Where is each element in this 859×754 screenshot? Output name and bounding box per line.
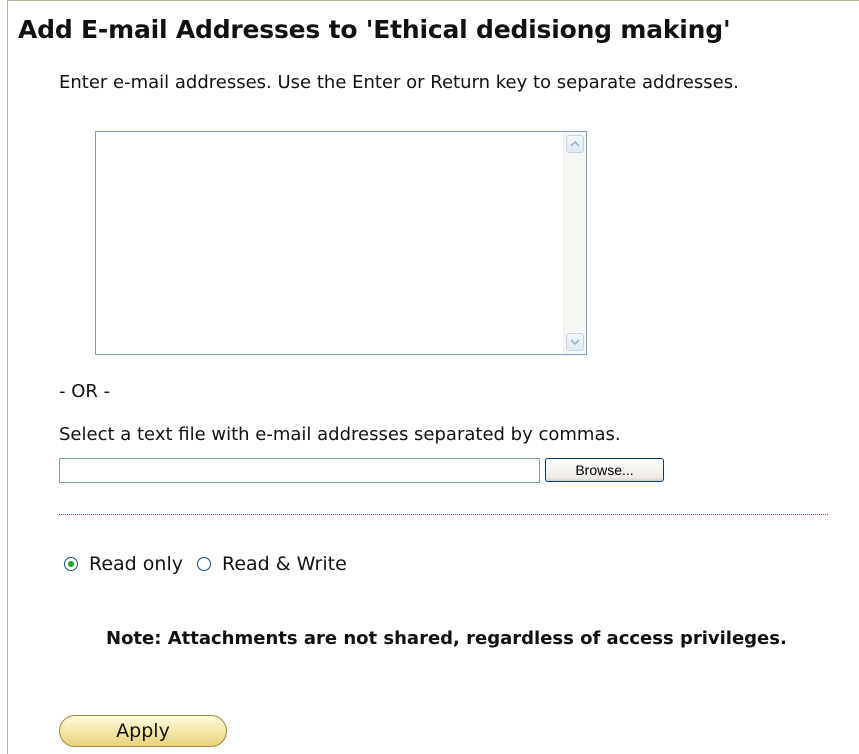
scroll-down-button[interactable] xyxy=(566,333,584,351)
read-only-label[interactable]: Read only xyxy=(89,553,183,575)
browse-button[interactable]: Browse... xyxy=(545,458,664,482)
read-write-radio[interactable] xyxy=(196,557,211,571)
apply-button[interactable]: Apply xyxy=(59,715,227,747)
access-options: Read only Read & Write xyxy=(64,552,361,576)
read-write-label[interactable]: Read & Write xyxy=(222,553,347,575)
read-only-radio[interactable] xyxy=(64,557,78,571)
vertical-scrollbar[interactable] xyxy=(563,132,586,354)
or-separator: - OR - xyxy=(59,381,111,402)
file-path-input[interactable] xyxy=(59,458,540,483)
instructions-text: Enter e-mail addresses. Use the Enter or… xyxy=(59,72,739,93)
page-title: Add E-mail Addresses to 'Ethical dedisio… xyxy=(18,15,731,44)
section-divider xyxy=(59,514,828,515)
attachments-note: Note: Attachments are not shared, regard… xyxy=(106,628,787,649)
scroll-up-button[interactable] xyxy=(566,135,584,153)
file-select-label: Select a text file with e-mail addresses… xyxy=(59,424,621,445)
email-addresses-input[interactable] xyxy=(96,132,564,354)
email-addresses-box xyxy=(95,131,587,355)
